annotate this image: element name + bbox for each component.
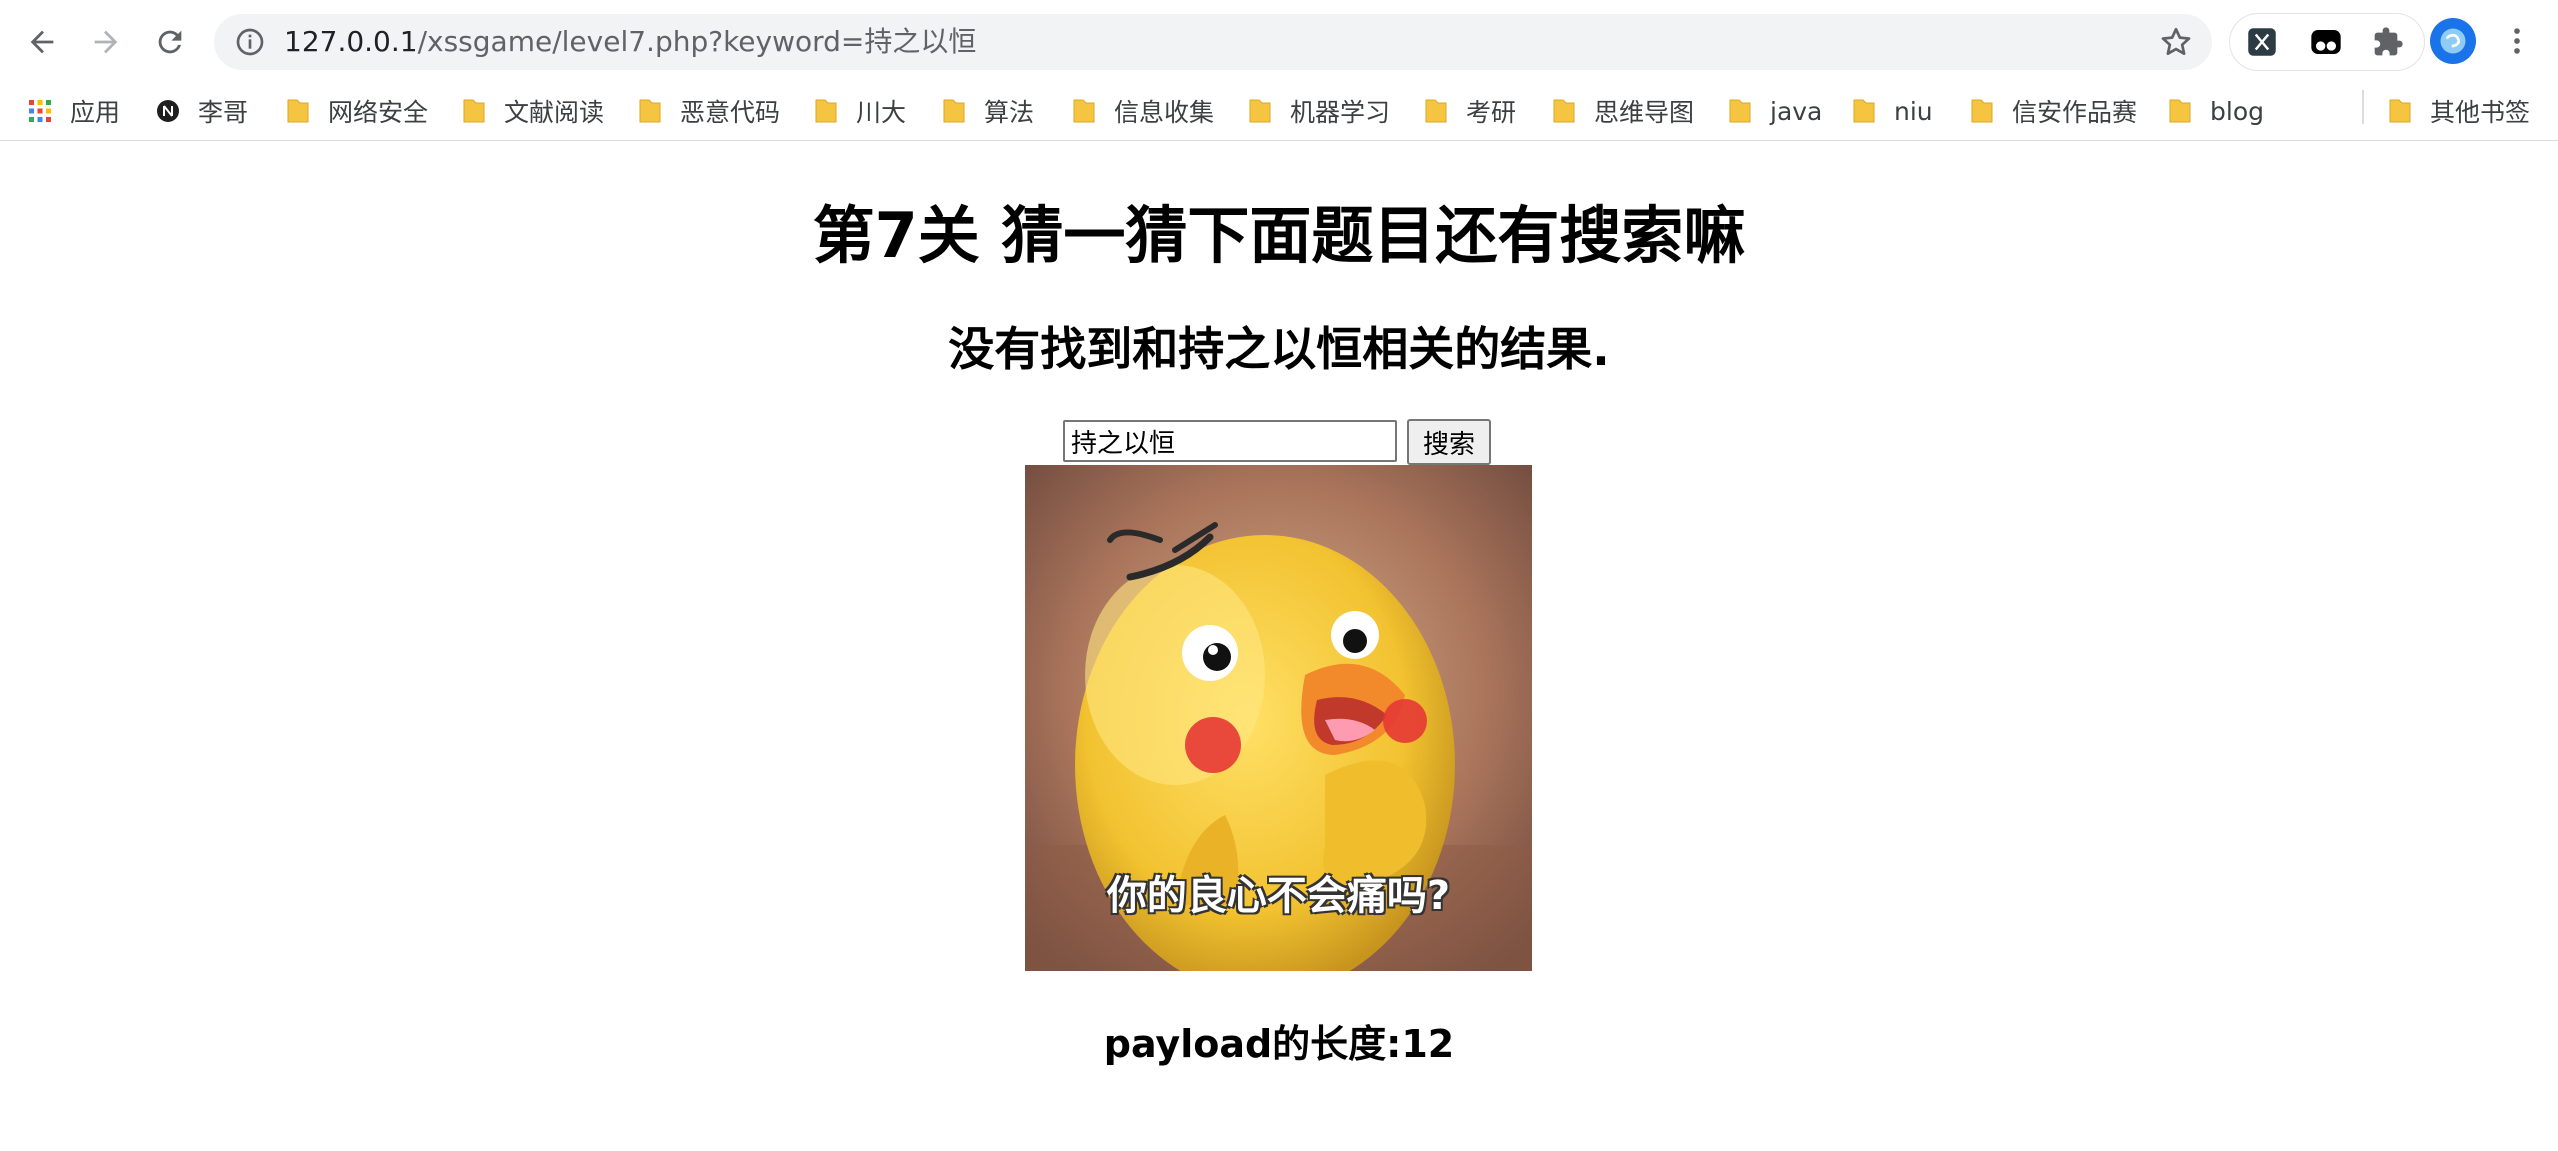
folder-icon	[286, 98, 309, 124]
search-button[interactable]: 搜索	[1407, 419, 1491, 465]
bookmark-folder[interactable]: 网络安全	[286, 82, 428, 140]
folder-icon	[1852, 98, 1875, 124]
bookmarks-divider	[2362, 90, 2364, 124]
folder-icon	[638, 98, 661, 124]
folder-icon	[2388, 98, 2411, 124]
bookmarks-bar: 应用 李哥 网络安全 文献阅读 恶意代码 川大 算法 信息收集 机器学习 考研	[0, 82, 2558, 141]
bookmark-label: 信息收集	[1114, 98, 1215, 127]
arrow-right-icon	[94, 30, 118, 54]
bookmark-folder[interactable]: 思维导图	[1552, 82, 1694, 140]
folder-icon	[1970, 98, 1993, 124]
bookmark-label: 应用	[70, 98, 121, 127]
bookmark-label: 机器学习	[1290, 98, 1391, 127]
bookmark-folder[interactable]: niu	[1852, 82, 1933, 140]
page-title: 第7关 猜一猜下面题目还有搜索嘛	[812, 199, 1746, 272]
bookmark-folder[interactable]: 恶意代码	[638, 82, 780, 140]
meme-image: 你的良心不会痛吗?	[1025, 465, 1532, 971]
bookmark-folder[interactable]: blog	[2168, 82, 2264, 140]
xmind-extension-icon[interactable]	[2244, 24, 2280, 60]
folder-icon	[942, 98, 965, 124]
folder-icon	[1552, 98, 1575, 124]
bookmark-folder[interactable]: 文献阅读	[462, 82, 604, 140]
info-icon[interactable]	[234, 26, 266, 58]
bookmark-folder[interactable]: 信息收集	[1072, 82, 1214, 140]
bookmark-label: 川大	[856, 98, 907, 127]
reload-icon	[158, 30, 182, 54]
url-path: /xssgame/level7.php?keyword=持之以恒	[417, 25, 977, 58]
back-button[interactable]	[18, 18, 66, 66]
bookmark-label: 网络安全	[328, 98, 429, 127]
url-text[interactable]: 127.0.0.1/xssgame/level7.php?keyword=持之以…	[284, 14, 976, 70]
bookmark-folder[interactable]: 考研	[1424, 82, 1516, 140]
bookmark-folder[interactable]: java	[1728, 82, 1822, 140]
bookmark-folder[interactable]: 川大	[814, 82, 906, 140]
more-vert-icon	[2514, 28, 2520, 54]
bookmark-folder[interactable]: 信安作品赛	[1970, 82, 2137, 140]
bookmark-label: 信安作品赛	[2012, 98, 2138, 127]
puzzle-extensions-icon[interactable]	[2370, 24, 2406, 60]
folder-icon	[2168, 98, 2191, 124]
tampermonkey-extension-icon[interactable]	[2308, 24, 2344, 60]
arrow-left-icon	[30, 30, 54, 54]
folder-icon	[1072, 98, 1095, 124]
extensions-area	[2230, 14, 2424, 70]
bookmark-star-icon[interactable]	[2158, 24, 2194, 60]
folder-icon	[1248, 98, 1271, 124]
bookmark-label: 恶意代码	[680, 98, 781, 127]
bookmark-label: 李哥	[198, 98, 249, 127]
folder-icon	[1728, 98, 1751, 124]
payload-length-text: payload的长度:12	[1103, 1022, 1455, 1066]
page-content: 第7关 猜一猜下面题目还有搜索嘛 没有找到和持之以恒相关的结果. 搜索	[0, 141, 2558, 1151]
bookmark-folder[interactable]: 算法	[942, 82, 1034, 140]
search-input[interactable]	[1063, 420, 1397, 462]
bookmark-label: 算法	[984, 98, 1035, 127]
url-host: 127.0.0.1	[284, 25, 418, 58]
bookmark-label: 考研	[1466, 98, 1517, 127]
bookmark-folder[interactable]: 机器学习	[1248, 82, 1390, 140]
bookmark-label: blog	[2210, 96, 2264, 126]
profile-icon	[2440, 28, 2466, 54]
folder-icon	[462, 98, 485, 124]
folder-icon	[814, 98, 837, 124]
apps-grid-icon	[28, 98, 51, 124]
result-message: 没有找到和持之以恒相关的结果.	[948, 322, 1610, 376]
bookmark-other[interactable]: 其他书签	[2388, 82, 2530, 140]
reload-button[interactable]	[146, 18, 194, 66]
chrome-menu-button[interactable]	[2494, 18, 2540, 64]
notion-icon	[156, 98, 179, 124]
bookmark-label: 文献阅读	[504, 98, 605, 127]
forward-button[interactable]	[82, 18, 130, 66]
bookmark-lige[interactable]: 李哥	[156, 82, 248, 140]
bookmark-label: 思维导图	[1594, 98, 1695, 127]
bookmark-label: java	[1770, 96, 1823, 126]
browser-toolbar: 127.0.0.1/xssgame/level7.php?keyword=持之以…	[0, 0, 2558, 82]
address-bar[interactable]: 127.0.0.1/xssgame/level7.php?keyword=持之以…	[214, 14, 2212, 70]
profile-avatar[interactable]	[2430, 18, 2476, 64]
bookmark-label: niu	[1894, 96, 1933, 126]
meme-caption: 你的良心不会痛吗?	[1106, 873, 1451, 919]
bookmark-apps[interactable]: 应用	[28, 82, 120, 140]
folder-icon	[1424, 98, 1447, 124]
bookmark-label: 其他书签	[2430, 98, 2531, 127]
